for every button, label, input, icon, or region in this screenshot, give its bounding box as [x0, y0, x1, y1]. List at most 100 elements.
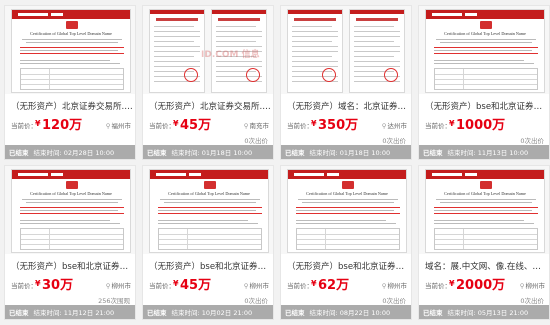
- location-text: 柳州市: [249, 282, 270, 290]
- bid-count: 0次出价: [520, 137, 544, 145]
- certificate-image: Certification of Global Top Level Domain…: [287, 169, 407, 253]
- auction-status-bar: 已结束 结束时间: 11月12日 21:00: [5, 305, 135, 319]
- status-badge: 已结束: [285, 149, 305, 157]
- listing-title[interactable]: （无形资产）北京证券交易所.email.sho...: [149, 100, 271, 112]
- listing-thumbnail[interactable]: Certification of Global Top Level Domain…: [419, 6, 549, 94]
- listing-thumbnail[interactable]: Certification of Global Top Level Domain…: [281, 166, 411, 254]
- location-text: 柳州市: [387, 282, 408, 290]
- listing-card[interactable]: Certification of Global Top Level Domain…: [142, 165, 274, 320]
- location: ⚲柳州市: [244, 280, 269, 290]
- certificate-image: [287, 9, 407, 93]
- current-price: 350万: [318, 118, 359, 133]
- listing-thumbnail[interactable]: Certification of Global Top Level Domain…: [5, 166, 135, 254]
- location-pin-icon: ⚲: [105, 122, 111, 130]
- auction-status-bar: 已结束 结束时间: 08月22日 10:00: [281, 305, 411, 319]
- current-price-label: 当前价：: [11, 282, 37, 290]
- currency-symbol: ¥: [311, 279, 317, 288]
- location-text: 达州市: [387, 122, 408, 130]
- certificate-image: Certification of Global Top Level Domain…: [425, 9, 545, 93]
- bid-count: 0次出价: [244, 297, 268, 305]
- currency-symbol: ¥: [311, 119, 317, 128]
- listing-title[interactable]: （无形资产）bse和北京证券交易所资源...: [149, 260, 271, 272]
- location: ⚲南充市: [244, 120, 269, 130]
- bid-count: 0次出价: [244, 137, 268, 145]
- listing-card[interactable]: ID.COM 信息 （无形资产）北京证券交易所.email.sho... 当前价…: [142, 5, 274, 160]
- location-pin-icon: ⚲: [381, 122, 387, 130]
- current-price: 45万: [180, 118, 212, 133]
- end-time: 结束时间: 11月13日 10:00: [447, 149, 529, 157]
- end-time: 结束时间: 01月18日 10:00: [309, 149, 391, 157]
- auction-status-bar: 已结束 结束时间: 02月28日 10:00: [5, 145, 135, 159]
- listing-title[interactable]: （无形资产）bse和北京证券交易所资...: [425, 100, 547, 112]
- bid-count: 256次围观: [98, 297, 130, 305]
- certificate-image: Certification of Global Top Level Domain…: [149, 169, 269, 253]
- current-price-label: 当前价：: [149, 122, 175, 130]
- listing-grid: Certification of Global Top Level Domain…: [0, 0, 550, 325]
- listing-title[interactable]: 域名：展.中文网、像.在线、腾讯风.手...: [425, 260, 547, 272]
- status-badge: 已结束: [285, 309, 305, 317]
- auction-status-bar: 已结束 结束时间: 01月18日 10:00: [281, 145, 411, 159]
- price-row: 当前价： ¥ 30万 ⚲柳州市: [11, 274, 133, 293]
- listing-card[interactable]: Certification of Global Top Level Domain…: [418, 165, 550, 320]
- currency-symbol: ¥: [173, 119, 179, 128]
- price-row: 当前价： ¥ 120万 ⚲福州市: [11, 114, 133, 133]
- location-pin-icon: ⚲: [243, 282, 249, 290]
- location-text: 福州市: [111, 122, 132, 130]
- listing-card[interactable]: （无形资产）域名：北京证券交易所.tech 当前价： ¥ 350万 ⚲达州市 0…: [280, 5, 412, 160]
- listing-title[interactable]: （无形资产）域名：北京证券交易所.tech: [287, 100, 409, 112]
- location-text: 南充市: [249, 122, 270, 130]
- listing-thumbnail[interactable]: Certification of Global Top Level Domain…: [419, 166, 549, 254]
- listing-thumbnail[interactable]: [281, 6, 411, 94]
- current-price: 30万: [42, 278, 74, 293]
- current-price: 62万: [318, 278, 350, 293]
- currency-symbol: ¥: [449, 119, 455, 128]
- status-badge: 已结束: [9, 309, 29, 317]
- location-pin-icon: ⚲: [243, 122, 249, 130]
- listing-thumbnail[interactable]: Certification of Global Top Level Domain…: [5, 6, 135, 94]
- location: ⚲达州市: [382, 120, 407, 130]
- price-row: 当前价： ¥ 45万 ⚲南充市: [149, 114, 271, 133]
- location: ⚲柳州市: [382, 280, 407, 290]
- currency-symbol: ¥: [35, 279, 41, 288]
- current-price-label: 当前价：: [287, 122, 313, 130]
- auction-status-bar: 已结束 结束时间: 05月13日 21:00: [419, 305, 549, 319]
- location: ⚲柳州市: [520, 280, 545, 290]
- price-row: 当前价： ¥ 1000万 ⚲: [425, 114, 547, 133]
- price-row: 当前价： ¥ 350万 ⚲达州市: [287, 114, 409, 133]
- location-text: 柳州市: [525, 282, 546, 290]
- location: ⚲福州市: [106, 120, 131, 130]
- certificate-image: Certification of Global Top Level Domain…: [11, 169, 131, 253]
- listing-title[interactable]: （无形资产）bse和北京证券交易所资源...: [11, 260, 133, 272]
- end-time: 结束时间: 02月28日 10:00: [33, 149, 115, 157]
- current-price-label: 当前价：: [425, 282, 451, 290]
- certificate-image: Certification of Global Top Level Domain…: [11, 9, 131, 93]
- current-price: 1000万: [456, 118, 506, 133]
- location-text: 柳州市: [111, 282, 132, 290]
- end-time: 结束时间: 05月13日 21:00: [447, 309, 529, 317]
- end-time: 结束时间: 10月02日 21:00: [171, 309, 253, 317]
- currency-symbol: ¥: [173, 279, 179, 288]
- certificate-image: ID.COM 信息: [149, 9, 269, 93]
- listing-title[interactable]: （无形资产）bse和北京证券交易所资源...: [287, 260, 409, 272]
- status-badge: 已结束: [423, 149, 443, 157]
- listing-card[interactable]: Certification of Global Top Level Domain…: [4, 165, 136, 320]
- listing-card[interactable]: Certification of Global Top Level Domain…: [418, 5, 550, 160]
- current-price-label: 当前价：: [149, 282, 175, 290]
- current-price-label: 当前价：: [11, 122, 37, 130]
- listing-title[interactable]: （无形资产）北京证券交易所.网店.企业...: [11, 100, 133, 112]
- current-price: 2000万: [456, 278, 506, 293]
- end-time: 结束时间: 01月18日 10:00: [171, 149, 253, 157]
- currency-symbol: ¥: [35, 119, 41, 128]
- auction-status-bar: 已结束 结束时间: 10月02日 21:00: [143, 305, 273, 319]
- current-price-label: 当前价：: [287, 282, 313, 290]
- listing-card[interactable]: Certification of Global Top Level Domain…: [4, 5, 136, 160]
- certificate-image: Certification of Global Top Level Domain…: [425, 169, 545, 253]
- current-price: 45万: [180, 278, 212, 293]
- current-price: 120万: [42, 118, 83, 133]
- listing-thumbnail[interactable]: Certification of Global Top Level Domain…: [143, 166, 273, 254]
- bid-count: 0次出价: [382, 297, 406, 305]
- price-row: 当前价： ¥ 2000万 ⚲柳州市: [425, 274, 547, 293]
- end-time: 结束时间: 11月12日 21:00: [33, 309, 115, 317]
- listing-card[interactable]: Certification of Global Top Level Domain…: [280, 165, 412, 320]
- listing-thumbnail[interactable]: ID.COM 信息: [143, 6, 273, 94]
